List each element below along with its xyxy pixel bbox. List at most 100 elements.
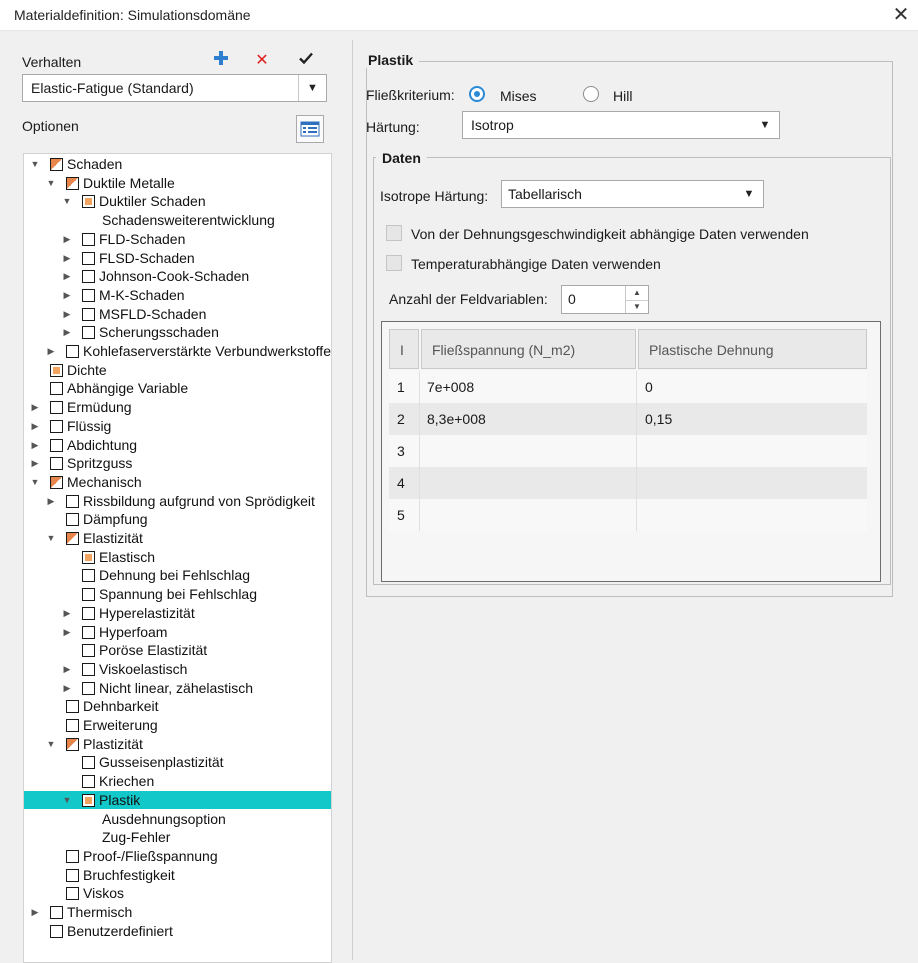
tree-item-checkbox[interactable] [50,158,63,171]
hardening-select[interactable]: Isotrop ▼ [462,111,780,139]
tree-item-checkbox[interactable] [66,719,79,732]
tree-item-checkbox[interactable] [82,775,95,789]
tree-item[interactable]: ▶ FLD-Schaden [24,230,331,249]
tree-item-checkbox[interactable] [50,475,63,489]
behavior-select[interactable]: Elastic-Fatigue (Standard) ▼ [22,74,327,102]
tree-item-checkbox[interactable] [50,419,63,433]
col-header-strain[interactable]: Plastische Dehnung [638,329,867,369]
expand-arrow-icon[interactable]: ▼ [46,532,56,544]
field-vars-stepper[interactable]: 0 ▲ ▼ [561,285,649,314]
expand-arrow-icon[interactable]: ▼ [62,794,72,806]
tree-item[interactable]: Dichte [24,361,331,380]
table-row[interactable]: 5 [389,499,867,531]
tree-item[interactable]: ▶ Rissbildung aufgrund von Sprödigkeit [24,492,331,511]
close-icon[interactable]: ✕ [888,2,914,28]
tree-item[interactable]: Erweiterung [24,716,331,735]
tree-item-checkbox[interactable] [82,307,95,321]
expand-arrow-icon[interactable]: ▼ [30,158,40,170]
tree-item-checkbox[interactable] [50,457,63,471]
tree-item[interactable]: Benutzerdefiniert [24,922,331,941]
tree-item-checkbox[interactable] [66,532,79,545]
tree-item[interactable]: ▼ Mechanisch [24,473,331,492]
collapse-arrow-icon[interactable]: ▶ [62,308,72,320]
temperature-checkbox[interactable] [386,255,402,271]
tree-item[interactable]: Schadensweiterentwicklung [24,211,331,230]
tree-item-checkbox[interactable] [66,176,79,190]
tree-item-checkbox[interactable] [50,382,63,396]
tree-item-checkbox[interactable] [82,270,95,284]
tree-item[interactable]: Abhängige Variable [24,379,331,398]
tree-item[interactable]: Ausdehnungsoption [24,810,331,829]
tree-item[interactable]: ▶ Flüssig [24,417,331,436]
strain-cell[interactable]: 0 [645,379,653,395]
collapse-arrow-icon[interactable]: ▶ [30,420,40,432]
collapse-arrow-icon[interactable]: ▶ [62,663,72,675]
tree-item[interactable]: ▶ Kohlefaserverstärkte Verbundwerkstoffe [24,342,331,361]
tree-item[interactable]: Spannung bei Fehlschlag [24,585,331,604]
tree-item-checkbox[interactable] [82,550,95,564]
tree-item[interactable]: ▶ Hyperfoam [24,623,331,642]
tree-item[interactable]: ▶ Spritzguss [24,454,331,473]
tree-item-checkbox[interactable] [50,363,63,377]
plus-icon[interactable] [210,50,232,72]
collapse-arrow-icon[interactable]: ▶ [62,607,72,619]
data-table[interactable]: I Fließspannung (N_m2) Plastische Dehnun… [381,321,881,582]
tree-item[interactable]: ▶ M-K-Schaden [24,286,331,305]
tree-item-checkbox[interactable] [82,288,95,302]
stress-cell[interactable]: 8,3e+008 [427,411,486,427]
tree-item[interactable]: Dehnbarkeit [24,697,331,716]
tree-item[interactable]: ▶ Abdichtung [24,436,331,455]
table-row[interactable]: 2 8,3e+008 0,15 [389,403,867,435]
expand-arrow-icon[interactable]: ▼ [30,476,40,488]
collapse-arrow-icon[interactable]: ▶ [62,682,72,694]
tree-item[interactable]: ▼ Duktiler Schaden [24,192,331,211]
tree-item-checkbox[interactable] [50,924,63,938]
tree-item-checkbox[interactable] [82,232,95,246]
tree-item-checkbox[interactable] [82,195,95,209]
tree-item[interactable]: Viskos [24,884,331,903]
tree-item[interactable]: ▶ Thermisch [24,903,331,922]
spin-up-icon[interactable]: ▲ [626,286,648,301]
collapse-arrow-icon[interactable]: ▶ [62,252,72,264]
tree-item[interactable]: Kriechen [24,772,331,791]
tree-item-checkbox[interactable] [66,494,79,508]
table-row[interactable]: 1 7e+008 0 [389,371,867,403]
tree-item[interactable]: ▶ Scherungsschaden [24,323,331,342]
collapse-arrow-icon[interactable]: ▶ [62,233,72,245]
collapse-arrow-icon[interactable]: ▶ [46,345,56,357]
tree-item-checkbox[interactable] [82,606,95,620]
tree-item-checkbox[interactable] [66,737,79,751]
tree-item-checkbox[interactable] [66,849,79,863]
tree-item-checkbox[interactable] [82,662,95,676]
tree-item-checkbox[interactable] [82,681,95,695]
tree-item-checkbox[interactable] [82,793,95,807]
table-row[interactable]: 4 [389,467,867,499]
col-header-index[interactable]: I [389,329,419,369]
table-row[interactable]: 3 [389,435,867,467]
options-tree[interactable]: ▼ Schaden ▼ Duktile Metalle ▼ Duktiler Schade… [23,153,332,963]
x-icon[interactable]: ✕ [251,50,273,72]
iso-hardening-select[interactable]: Tabellarisch ▼ [501,180,764,208]
tree-item[interactable]: Dehnung bei Fehlschlag [24,566,331,585]
tree-item-checkbox[interactable] [82,569,95,583]
tree-item[interactable]: Poröse Elastizität [24,641,331,660]
tree-item-checkbox[interactable] [66,700,79,714]
collapse-arrow-icon[interactable]: ▶ [30,457,40,469]
tree-item[interactable]: Zug-Fehler [24,828,331,847]
tree-item-checkbox[interactable] [82,756,95,770]
rate-dependent-checkbox[interactable] [386,225,402,241]
tree-item[interactable]: ▼ Plastik [24,790,331,810]
tree-item[interactable]: Dämpfung [24,510,331,529]
collapse-arrow-icon[interactable]: ▶ [30,401,40,413]
tree-item-checkbox[interactable] [66,868,79,882]
tree-item[interactable]: ▶ Johnson-Cook-Schaden [24,267,331,286]
tree-item[interactable]: ▶ FLSD-Schaden [24,249,331,268]
strain-cell[interactable]: 0,15 [645,411,672,427]
tree-item-checkbox[interactable] [82,625,95,639]
tree-item[interactable]: ▼ Schaden [24,155,331,174]
tree-item[interactable]: ▶ Nicht linear, zähelastisch [24,679,331,698]
check-icon[interactable] [295,50,317,72]
radio-mises[interactable] [469,86,485,102]
tree-item-checkbox[interactable] [50,906,63,919]
collapse-arrow-icon[interactable]: ▶ [62,626,72,638]
